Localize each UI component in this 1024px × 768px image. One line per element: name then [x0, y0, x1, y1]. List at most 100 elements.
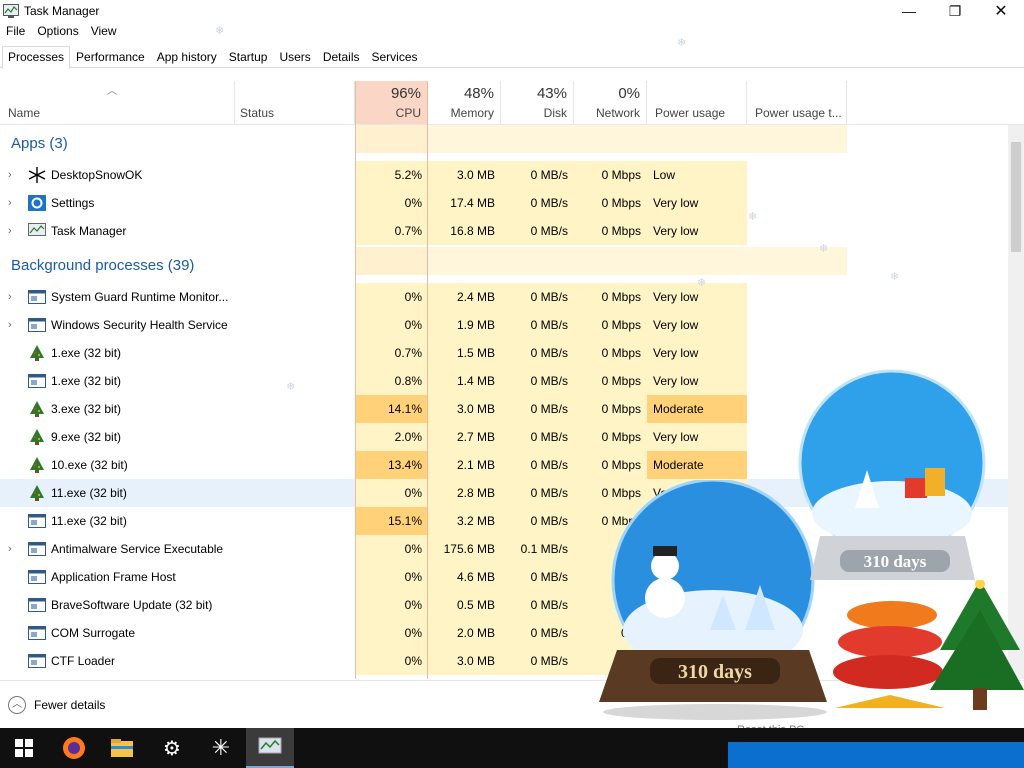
chevron-right-icon[interactable]: › [8, 161, 12, 189]
task-manager-taskbar-icon[interactable] [246, 728, 294, 768]
menu-options[interactable]: Options [31, 24, 84, 42]
menu-bar: File Options View [0, 24, 123, 42]
process-row[interactable]: › System Guard Runtime Monitor... 0% 2.4 MB… [0, 283, 1008, 311]
header-memory[interactable]: 48% Memory [428, 81, 501, 125]
close-button[interactable]: ✕ [978, 0, 1024, 22]
globe-label-2: 310 days [864, 552, 927, 571]
process-row[interactable]: › DesktopSnowOK 5.2% 3.0 MB 0 MB/s 0 Mbps Low [0, 161, 1008, 189]
snowflake-icon: ❄ [819, 243, 829, 255]
window-app-icon [28, 317, 46, 333]
header-network-label: Network [595, 106, 640, 120]
network-total-pct: 0% [618, 85, 640, 102]
header-network[interactable]: 0% Network [574, 81, 647, 125]
process-memory: 1.4 MB [456, 374, 495, 388]
process-memory: 2.4 MB [456, 290, 495, 304]
process-disk: 0 MB/s [530, 458, 568, 472]
settings-gear-icon[interactable]: ⚙ [148, 728, 196, 768]
snowflake-icon: ❄ [215, 25, 225, 37]
process-network: 0 Mbps [601, 196, 641, 210]
process-row[interactable]: › Task Manager 0.7% 16.8 MB 0 MB/s 0 Mbps Very… [0, 217, 1008, 245]
scrollbar-thumb[interactable] [1011, 142, 1021, 252]
chevron-right-icon[interactable]: › [8, 189, 12, 217]
process-power: Very low [653, 224, 699, 238]
header-power-trend[interactable]: Power usage t... [747, 81, 847, 125]
process-network: 0 Mbps [601, 402, 641, 416]
process-name: Settings [51, 196, 95, 210]
tab-app-history[interactable]: App history [151, 46, 223, 68]
disk-total-pct: 43% [536, 85, 567, 102]
process-memory: 16.8 MB [450, 224, 495, 238]
group-header: Apps (3) [0, 125, 1008, 153]
fewer-details-link[interactable]: Fewer details [34, 698, 105, 712]
group-header: Background processes (39) [0, 247, 1008, 275]
chevron-right-icon[interactable]: › [8, 311, 12, 339]
process-name: System Guard Runtime Monitor... [51, 290, 229, 304]
process-network: 0 Mbps [601, 290, 641, 304]
window-title: Task Manager [24, 4, 100, 18]
process-disk: 0 MB/s [530, 402, 568, 416]
header-name[interactable]: Name [0, 81, 235, 125]
menu-file[interactable]: File [0, 24, 31, 42]
header-power-label: Power usage [655, 106, 726, 120]
header-disk[interactable]: 43% Disk [501, 81, 574, 125]
process-disk: 0 MB/s [530, 224, 568, 238]
desktopsnowok-icon[interactable]: ✳ [197, 728, 245, 768]
tab-startup[interactable]: Startup [223, 46, 274, 68]
process-memory: 2.8 MB [456, 486, 495, 500]
file-explorer-icon[interactable] [98, 728, 146, 768]
chevron-up-circle-icon[interactable]: ︿ [8, 696, 26, 714]
header-status-label: Status [240, 106, 275, 120]
tab-processes[interactable]: Processes [2, 46, 71, 69]
process-name: Windows Security Health Service [51, 318, 228, 332]
window-app-icon [28, 513, 46, 529]
header-power-usage[interactable]: Power usage [647, 81, 747, 125]
process-disk: 0.1 MB/s [520, 542, 568, 556]
process-row[interactable]: › Settings 0% 17.4 MB 0 MB/s 0 Mbps Very low [0, 189, 1008, 217]
process-name: COM Surrogate [51, 626, 136, 640]
process-row[interactable]: › Windows Security Health Service 0% 1.9 MB… [0, 311, 1008, 339]
snowflake-icon: ❄ [697, 277, 707, 289]
menu-view[interactable]: View [85, 24, 123, 42]
window-app-icon [28, 653, 46, 669]
minimize-button[interactable]: — [886, 0, 932, 22]
header-status[interactable]: Status [235, 81, 355, 125]
process-network: 0 Mbps [601, 168, 641, 182]
process-power: Low [653, 168, 676, 182]
task-manager-icon [3, 4, 19, 18]
chevron-right-icon[interactable]: › [8, 217, 12, 245]
process-disk: 0 MB/s [530, 374, 568, 388]
process-name: Antimalware Service Executable [51, 542, 224, 556]
chevron-right-icon[interactable]: › [8, 535, 12, 563]
process-name: 1.exe (32 bit) [51, 346, 122, 360]
xmas-tree-icon [28, 401, 46, 417]
tab-performance[interactable]: Performance [70, 46, 151, 68]
heat-cell [574, 125, 647, 153]
process-network: 0 Mbps [601, 318, 641, 332]
tab-services[interactable]: Services [366, 46, 424, 68]
heat-cell [647, 247, 747, 275]
process-power: Very low [653, 196, 699, 210]
process-disk: 0 MB/s [530, 598, 568, 612]
process-network: 0 Mbps [601, 374, 641, 388]
window-app-icon [28, 541, 46, 557]
process-name: 3.exe (32 bit) [51, 402, 122, 416]
process-disk: 0 MB/s [530, 318, 568, 332]
snowflake-icon [28, 167, 46, 183]
header-name-label: Name [8, 106, 41, 120]
process-name: 9.exe (32 bit) [51, 430, 122, 444]
chevron-right-icon[interactable]: › [8, 283, 12, 311]
tab-users[interactable]: Users [273, 46, 316, 68]
process-power: Moderate [653, 458, 704, 472]
maximize-button[interactable]: ❐ [932, 0, 978, 22]
process-disk: 0 MB/s [530, 196, 568, 210]
firefox-icon[interactable] [50, 728, 98, 768]
process-power: Very low [653, 346, 699, 360]
globe-label-1: 310 days [678, 661, 752, 683]
process-row[interactable]: 1.exe (32 bit) 0.7% 1.5 MB 0 MB/s 0 Mbps Very… [0, 339, 1008, 367]
tab-details[interactable]: Details [317, 46, 366, 68]
process-name: DesktopSnowOK [51, 168, 143, 182]
heat-cell [501, 247, 574, 275]
heat-cell [428, 125, 501, 153]
window-app-icon [28, 289, 46, 305]
windows-start-icon[interactable] [0, 728, 48, 768]
